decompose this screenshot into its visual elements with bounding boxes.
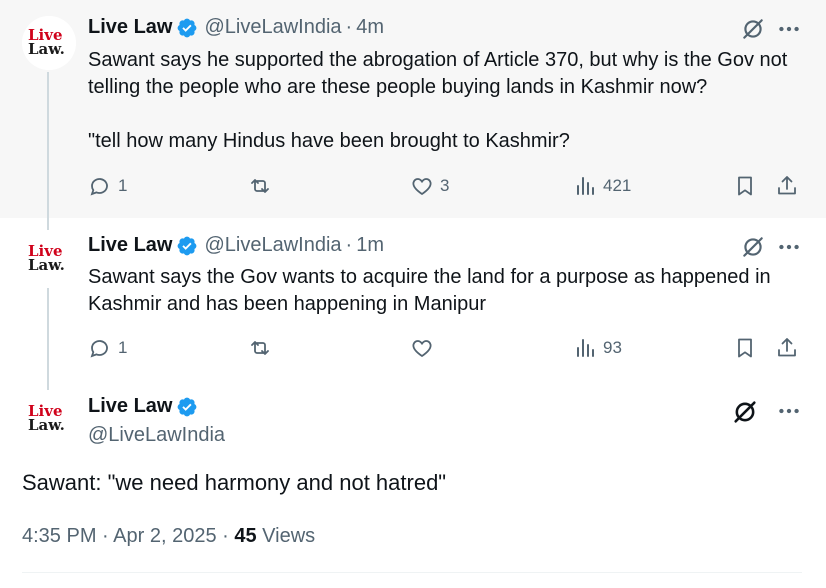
tweet-text-line: "tell how many Hindus have been brought … <box>88 130 570 152</box>
verified-badge-icon <box>178 397 197 416</box>
svg-text:Law.: Law. <box>28 256 65 274</box>
like-button[interactable] <box>410 336 440 360</box>
more-icon[interactable] <box>776 16 802 42</box>
grok-icon[interactable] <box>740 16 766 42</box>
reply-count: 1 <box>118 176 128 195</box>
reply-button[interactable]: 1 <box>88 336 127 360</box>
tweet-text: Sawant says the Gov wants to acquire the… <box>88 264 802 318</box>
tweet-text: Sawant says he supported the abrogation … <box>88 47 802 155</box>
verified-badge-icon <box>178 18 197 37</box>
separator: · <box>345 234 353 256</box>
live-law-logo-icon: Live Law. <box>22 392 76 446</box>
tweet-text-line: Sawant says the Gov wants to acquire the… <box>88 266 771 315</box>
tweet-3-focused[interactable]: Live Law. Live Law @LiveLawIndia Sawant:… <box>0 380 826 588</box>
thread-line <box>47 380 49 390</box>
timestamp[interactable]: 4:35 PM · Apr 2, 2025 <box>22 525 217 547</box>
author-name[interactable]: Live Law <box>88 234 172 257</box>
live-law-logo-icon: Live Law. <box>22 232 76 286</box>
thread-line <box>47 218 49 230</box>
views-icon <box>577 177 594 195</box>
like-icon <box>412 340 432 358</box>
share-icon <box>778 338 796 357</box>
tweet-header: Live Law @LiveLawIndia · 1m <box>88 234 384 257</box>
more-icon[interactable] <box>776 234 802 260</box>
grok-icon[interactable] <box>740 234 766 260</box>
reply-icon <box>90 178 108 196</box>
author-name[interactable]: Live Law <box>88 395 172 418</box>
action-bar: 1 3 421 <box>88 174 804 202</box>
tweet-time[interactable]: 4m <box>356 16 384 39</box>
reply-count: 1 <box>118 338 128 357</box>
verified-badge-icon <box>178 236 197 255</box>
repost-icon <box>251 341 269 355</box>
svg-text:Law.: Law. <box>28 416 65 434</box>
author-name[interactable]: Live Law <box>88 16 172 39</box>
repost-button[interactable] <box>248 336 278 360</box>
thread-line <box>47 72 49 218</box>
share-button[interactable] <box>775 174 799 198</box>
tweet-header: Live Law @LiveLawIndia · 4m <box>88 16 384 39</box>
share-icon <box>778 176 796 195</box>
views-label: Views <box>262 525 316 547</box>
bookmark-button[interactable] <box>733 336 757 360</box>
views-count: 93 <box>603 338 622 357</box>
views-count: 45 <box>234 525 257 547</box>
tweet-2[interactable]: Live Law. Live Law @LiveLawIndia · 1m Sa… <box>0 218 826 380</box>
share-button[interactable] <box>775 336 799 360</box>
tweet-1[interactable]: Live Law. Live Law @LiveLawIndia · 4m Sa… <box>0 0 826 218</box>
avatar[interactable]: Live Law. <box>22 16 76 70</box>
divider <box>22 572 802 573</box>
tweet-meta: 4:35 PM · Apr 2, 2025 · 45 Views <box>22 525 315 548</box>
views-icon <box>577 339 594 357</box>
bookmark-icon <box>738 338 752 358</box>
like-count: 3 <box>440 176 450 195</box>
thread-line <box>47 288 49 380</box>
separator: · <box>345 16 353 38</box>
action-bar: 1 93 <box>88 336 804 364</box>
separator: · <box>222 525 229 547</box>
views-button[interactable]: 93 <box>573 336 622 360</box>
grok-icon[interactable] <box>731 398 759 426</box>
live-law-logo-icon: Live Law. <box>22 16 76 70</box>
author-handle[interactable]: @LiveLawIndia <box>204 16 341 39</box>
handle-row: @LiveLawIndia <box>88 424 225 447</box>
reply-icon <box>90 340 108 358</box>
tweet-text: Sawant: "we need harmony and not hatred" <box>22 470 447 495</box>
tweet-header: Live Law <box>88 395 198 418</box>
reply-button[interactable]: 1 <box>88 174 127 198</box>
author-handle[interactable]: @LiveLawIndia <box>204 234 341 257</box>
like-icon <box>412 178 432 196</box>
tweet-time[interactable]: 1m <box>356 234 384 257</box>
like-button[interactable]: 3 <box>410 174 449 198</box>
views-button[interactable]: 421 <box>573 174 631 198</box>
tweet-text-line: Sawant says he supported the abrogation … <box>88 49 788 98</box>
views-count: 421 <box>603 176 632 195</box>
svg-text:Law.: Law. <box>28 40 65 58</box>
more-icon[interactable] <box>776 398 802 424</box>
avatar[interactable]: Live Law. <box>22 392 76 446</box>
repost-button[interactable] <box>248 174 278 198</box>
avatar[interactable]: Live Law. <box>22 232 76 286</box>
bookmark-button[interactable] <box>733 174 757 198</box>
repost-icon <box>251 179 269 193</box>
bookmark-icon <box>738 176 752 196</box>
author-handle[interactable]: @LiveLawIndia <box>88 424 225 447</box>
